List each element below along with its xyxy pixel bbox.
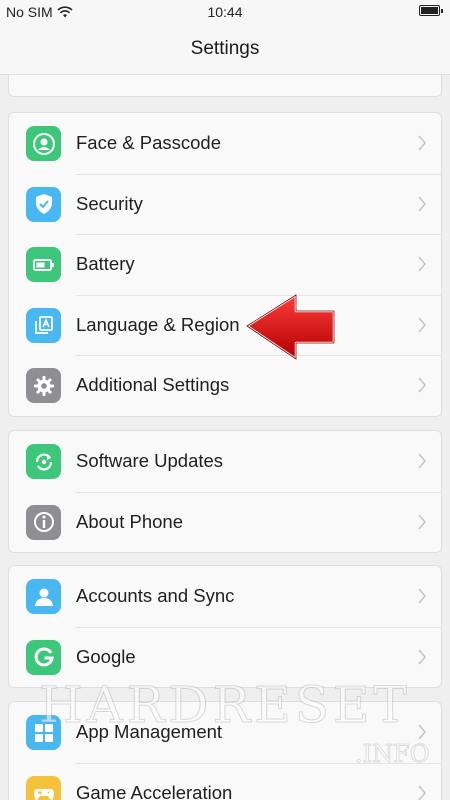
page-title: Settings: [0, 26, 450, 75]
row-label: Software Updates: [76, 450, 224, 471]
clock: 10:44: [207, 4, 243, 20]
row-software-updates[interactable]: Software Updates: [9, 431, 441, 492]
chevron-right-icon: [418, 785, 426, 800]
chevron-right-icon: [418, 588, 426, 604]
row-label: App Management: [76, 721, 223, 742]
face-passcode-icon: [26, 126, 61, 161]
row-language-region[interactable]: Language & Region: [9, 294, 441, 356]
chevron-right-icon: [418, 196, 426, 211]
chevron-right-icon: [418, 453, 426, 469]
update-icon: [26, 444, 61, 479]
settings-group-1: Face & Passcode Security Battery Languag…: [8, 112, 442, 417]
row-label: Face & Passcode: [76, 132, 221, 153]
status-bar: No SIM 10:44: [0, 0, 450, 26]
row-label: Game Acceleration: [76, 781, 233, 800]
row-about-phone[interactable]: About Phone: [9, 491, 441, 553]
row-label: About Phone: [76, 510, 183, 532]
battery-icon: [26, 247, 61, 282]
chevron-right-icon: [418, 317, 426, 332]
user-icon: [26, 579, 61, 614]
settings-group-4: App Management Game Acceleration: [8, 701, 442, 800]
row-label: Battery: [76, 253, 135, 274]
row-label: Accounts and Sync: [76, 585, 235, 606]
row-app-management[interactable]: App Management: [9, 702, 441, 763]
battery-status-icon: [419, 5, 443, 16]
settings-group-3: Accounts and Sync Google: [8, 565, 442, 688]
row-google[interactable]: Google: [9, 626, 441, 688]
gamepad-icon: [26, 775, 61, 800]
row-label: Language & Region: [76, 313, 240, 335]
gear-icon: [26, 368, 61, 403]
row-face-passcode[interactable]: Face & Passcode: [9, 113, 441, 174]
settings-list[interactable]: Face & Passcode Security Battery Languag…: [0, 75, 450, 800]
chevron-right-icon: [418, 514, 426, 529]
row-security[interactable]: Security: [9, 173, 441, 235]
chevron-right-icon: [418, 649, 426, 664]
row-label: Security: [76, 192, 143, 214]
previous-settings-card: [8, 75, 442, 97]
row-game-acceleration[interactable]: Game Acceleration: [9, 762, 441, 800]
red-arrow-annotation-icon: [245, 293, 336, 361]
chevron-right-icon: [418, 377, 426, 393]
row-label: Additional Settings: [76, 374, 230, 395]
apps-grid-icon: [26, 715, 61, 750]
row-battery[interactable]: Battery: [9, 234, 441, 295]
shield-icon: [26, 186, 61, 222]
row-label: Google: [76, 645, 136, 667]
row-additional-settings[interactable]: Additional Settings: [9, 355, 441, 416]
settings-group-2: Software Updates About Phone: [8, 430, 442, 553]
row-accounts-sync[interactable]: Accounts and Sync: [9, 566, 441, 627]
chevron-right-icon: [418, 256, 426, 272]
chevron-right-icon: [418, 724, 426, 740]
google-icon: [26, 639, 61, 675]
language-icon: [26, 307, 61, 343]
chevron-right-icon: [418, 135, 426, 151]
info-icon: [26, 504, 61, 540]
